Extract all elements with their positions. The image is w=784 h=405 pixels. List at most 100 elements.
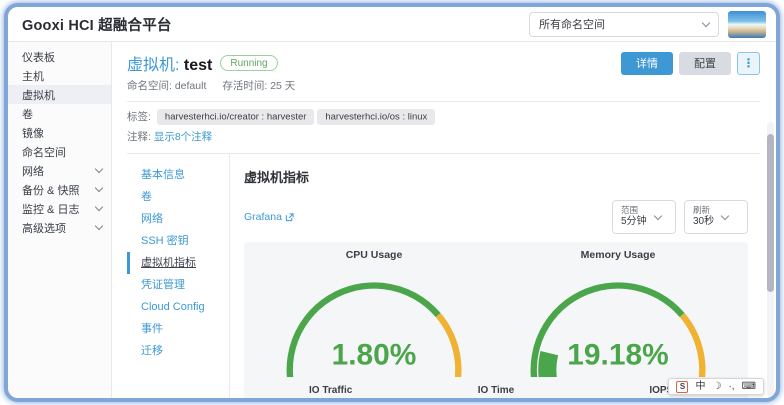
svg-text:1.80%: 1.80%: [332, 338, 417, 371]
subnav-item-虚拟机指标[interactable]: 虚拟机指标: [127, 252, 229, 274]
vertical-scrollbar: [767, 122, 774, 397]
config-button[interactable]: 配置: [679, 52, 731, 75]
app-window: Gooxi HCI 超融合平台 所有命名空间 仪表板主机虚拟机卷镜像命名空间网络…: [4, 3, 780, 402]
ime-language-icon[interactable]: 中: [695, 382, 705, 392]
io-traffic-chart-panel: IO Traffic5 kB/s4 kB/s3 kB/s: [252, 385, 409, 400]
sidebar-item-虚拟机[interactable]: 虚拟机: [8, 85, 111, 104]
ime-keyboard-icon[interactable]: ⌨: [742, 382, 756, 392]
subnav-item-卷[interactable]: 卷: [127, 186, 229, 208]
sidebar-item-label: 监控 & 日志: [22, 201, 96, 217]
sidebar-item-高级选项[interactable]: 高级选项: [8, 218, 111, 237]
namespace-meta: 命名空间: default: [127, 78, 206, 93]
status-badge: Running: [220, 55, 277, 71]
detail-content: 虚拟机指标 Grafana 范围: [229, 154, 760, 400]
scrollbar-thumb[interactable]: [767, 134, 774, 292]
tags-row: 标签: harvesterhci.io/creator : harvester …: [127, 109, 760, 124]
ime-sogou-icon[interactable]: S: [676, 381, 688, 393]
sidebar-item-网络[interactable]: 网络: [8, 161, 111, 180]
metric-selects: 范围 5分钟 刷新 30秒: [612, 200, 748, 234]
chart-title: IO Time: [417, 385, 574, 396]
metrics-heading: 虚拟机指标: [244, 167, 748, 186]
tags-label: 标签:: [127, 109, 151, 124]
range-label: 范围: [621, 205, 647, 216]
tag-chip: harvesterhci.io/os : linux: [317, 109, 435, 125]
sidebar-item-label: 备份 & 快照: [22, 182, 96, 198]
subnav-item-基本信息[interactable]: 基本信息: [127, 164, 229, 186]
vm-meta: 命名空间: default 存活时间: 25 天: [127, 78, 760, 93]
sidebar-nav: 仪表板主机虚拟机卷镜像命名空间网络备份 & 快照监控 & 日志高级选项: [8, 42, 112, 400]
vm-title-prefix[interactable]: 虚拟机:: [127, 57, 184, 74]
ime-moon-icon[interactable]: ☽: [712, 382, 721, 392]
vm-detail-card: 基本信息卷网络SSH 密钥虚拟机指标凭证管理Cloud Config事件迁移 虚…: [127, 153, 760, 400]
memory-usage-gauge: 19.18%: [496, 261, 740, 377]
user-avatar[interactable]: [728, 11, 766, 38]
top-bar: Gooxi HCI 超融合平台 所有命名空间: [8, 7, 776, 42]
chevron-down-icon: [653, 211, 661, 219]
svg-text:19.18%: 19.18%: [567, 338, 668, 371]
vm-name: test: [184, 57, 212, 74]
io-time-chart-panel: IO Time 2 ms1.50 ms1 ms: [417, 385, 574, 400]
cpu-usage-gauge: 1.80%: [252, 261, 496, 377]
divider: [127, 101, 760, 102]
sidebar-item-label: 镜像: [22, 125, 102, 141]
sidebar-item-命名空间[interactable]: 命名空间: [8, 142, 111, 161]
refresh-select[interactable]: 刷新 30秒: [684, 200, 748, 234]
page-title: 虚拟机: test: [127, 51, 212, 75]
show-annotations-link[interactable]: 显示8个注释: [154, 131, 212, 143]
sidebar-item-label: 仪表板: [22, 49, 102, 65]
sidebar-item-label: 主机: [22, 68, 102, 84]
gauges-row: CPU Usage 1.80% Memory Usage 19.18%: [252, 249, 740, 382]
sidebar-item-备份 & 快照[interactable]: 备份 & 快照: [8, 180, 111, 199]
chevron-down-icon: [702, 18, 710, 26]
refresh-label: 刷新: [693, 205, 714, 216]
namespace-filter-value: 所有命名空间: [539, 16, 605, 32]
sidebar-item-label: 网络: [22, 163, 96, 179]
annotations-label: 注释:: [127, 131, 151, 143]
grafana-label: Grafana: [244, 211, 282, 223]
gauge-title: CPU Usage: [252, 249, 496, 261]
detail-subnav: 基本信息卷网络SSH 密钥虚拟机指标凭证管理Cloud Config事件迁移: [127, 154, 229, 400]
range-select[interactable]: 范围 5分钟: [612, 200, 676, 234]
gauge-title: Memory Usage: [496, 249, 740, 261]
annotations-row: 注释: 显示8个注释: [127, 129, 760, 144]
header-actions: 详情 配置 ⋮: [621, 52, 760, 75]
grafana-link[interactable]: Grafana: [244, 211, 294, 223]
page-header: 虚拟机: test Running 详情 配置 ⋮: [127, 51, 760, 75]
chevron-down-icon: [721, 211, 729, 219]
sidebar-item-label: 高级选项: [22, 220, 96, 236]
sidebar-item-主机[interactable]: 主机: [8, 66, 111, 85]
more-actions-button[interactable]: ⋮: [737, 52, 760, 75]
external-link-icon: [285, 213, 294, 222]
ime-toolbar: S中 ☽ ·, ⌨: [668, 378, 764, 395]
details-button[interactable]: 详情: [621, 52, 673, 75]
subnav-item-事件[interactable]: 事件: [127, 318, 229, 340]
body-row: 仪表板主机虚拟机卷镜像命名空间网络备份 & 快照监控 & 日志高级选项 虚拟机:…: [8, 42, 776, 400]
subnav-item-SSH 密钥[interactable]: SSH 密钥: [127, 230, 229, 252]
age-meta: 存活时间: 25 天: [222, 78, 295, 93]
sidebar-item-监控 & 日志[interactable]: 监控 & 日志: [8, 199, 111, 218]
subnav-item-凭证管理[interactable]: 凭证管理: [127, 274, 229, 296]
chevron-down-icon: [95, 222, 103, 230]
sidebar-item-仪表板[interactable]: 仪表板: [8, 47, 111, 66]
chevron-down-icon: [95, 165, 103, 173]
chart-title: IO Traffic: [252, 385, 409, 396]
tag-chip: harvesterhci.io/creator : harvester: [157, 109, 315, 125]
metrics-controls: Grafana 范围 5分钟: [244, 200, 748, 234]
subnav-item-迁移[interactable]: 迁移: [127, 340, 229, 362]
iops-chart: 0.400 io/s0.300 io/s0.200 io/s: [583, 398, 740, 400]
sidebar-item-卷[interactable]: 卷: [8, 104, 111, 123]
sidebar-item-label: 命名空间: [22, 144, 102, 160]
sidebar-item-label: 卷: [22, 106, 102, 122]
app-title: Gooxi HCI 超融合平台: [22, 14, 172, 35]
chevron-down-icon: [95, 203, 103, 211]
refresh-value: 30秒: [693, 216, 714, 229]
subnav-item-Cloud Config[interactable]: Cloud Config: [127, 296, 229, 318]
namespace-filter-select[interactable]: 所有命名空间: [529, 12, 719, 37]
sidebar-item-label: 虚拟机: [22, 87, 102, 103]
subnav-item-网络[interactable]: 网络: [127, 208, 229, 230]
ime-punctuation-icon[interactable]: ·,: [728, 382, 734, 392]
cpu-usage-gauge-panel: CPU Usage 1.80%: [252, 249, 496, 382]
range-value: 5分钟: [621, 216, 647, 229]
io-time-chart: 2 ms1.50 ms1 ms: [417, 398, 574, 400]
sidebar-item-镜像[interactable]: 镜像: [8, 123, 111, 142]
